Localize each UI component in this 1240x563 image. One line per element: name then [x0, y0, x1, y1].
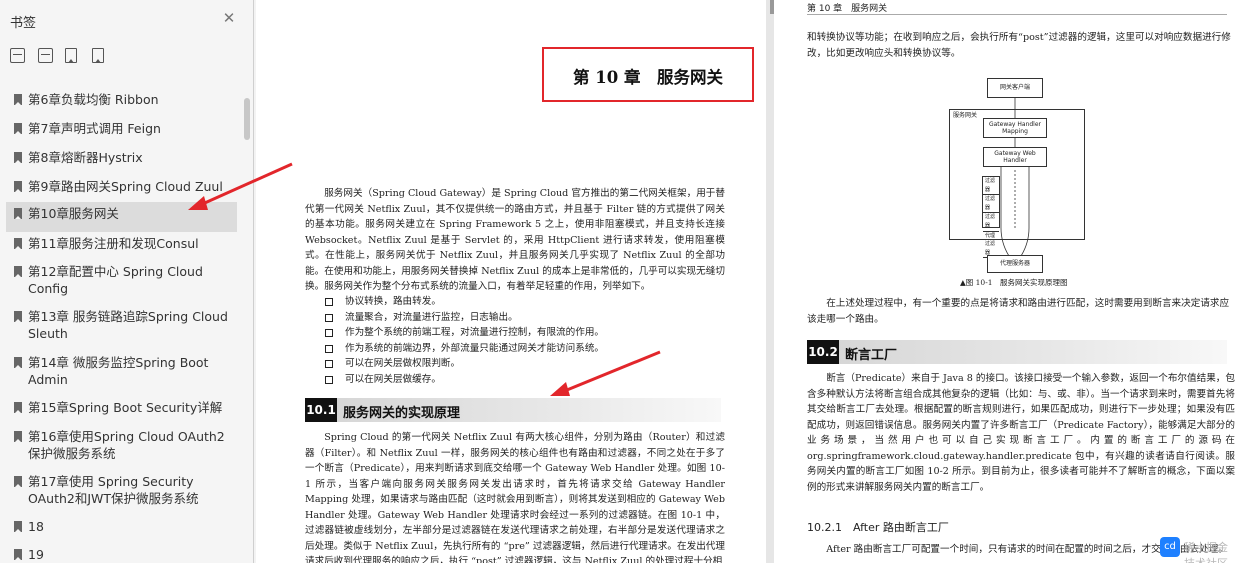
sidebar-bookmark-item[interactable]: 第15章Spring Boot Security详解: [6, 396, 237, 418]
bookmark-icon: [14, 208, 22, 219]
sidebar-bookmark-item[interactable]: 19: [6, 543, 237, 563]
bookmark-icon: [14, 357, 22, 368]
sidebar-header: 书签 ✕: [0, 0, 253, 40]
watermark: cd 稀土掘金技术社区: [1160, 534, 1238, 563]
bookmark-icon: [14, 521, 22, 532]
chapter-title-highlight: 第 10 章 服务网关: [542, 47, 754, 102]
bookmark-icon: [14, 402, 22, 413]
bookmark-icon: [14, 311, 22, 322]
watermark-text: 稀土掘金技术社区: [1184, 541, 1228, 563]
sidebar-bookmark-item[interactable]: 第6章负载均衡 Ribbon: [6, 88, 237, 110]
juejin-logo-icon: cd: [1160, 537, 1180, 557]
section-paragraph: Spring Cloud 的第一代网关 Netflix Zuul 有两大核心组件…: [305, 432, 725, 563]
diagram-connectors: [1000, 98, 1030, 257]
bookmark-icon: [14, 152, 22, 163]
paragraph: 在上述处理过程中，有一个重要的点是将请求和路由进行匹配，这时需要用到断言来决定请…: [807, 298, 1230, 325]
list-item: 作为整个系统的前端工程，对流量进行控制，有限流的作用。: [324, 325, 724, 341]
bookmark-label: 18: [28, 519, 44, 534]
sidebar-bookmark-item[interactable]: 第17章使用 Spring Security OAuth2和JWT保护微服务系统: [6, 470, 237, 510]
sidebar-bookmark-item[interactable]: 第14章 微服务监控Spring Boot Admin: [6, 351, 237, 391]
pdf-reader-window: 书签 ✕ 第6章负载均衡 Ribbon 第7章声明式调用 Feign 第8章熔断器H…: [0, 0, 1240, 563]
bookmark-icon: [14, 181, 22, 192]
bookmark-label: 第6章负载均衡 Ribbon: [28, 92, 159, 107]
bookmark-label: 第15章Spring Boot Security详解: [28, 400, 223, 415]
intro-paragraph-2: 服务网关作为整个分布式系统的流量入口，有着举足轻重的作用，列举如下。: [324, 281, 651, 292]
bookmark-label: 第16章使用Spring Cloud OAuth2保护微服务系统: [28, 429, 225, 461]
section-title: 断言工厂: [845, 348, 898, 363]
bookmarks-sidebar: 书签 ✕ 第6章负载均衡 Ribbon 第7章声明式调用 Feign 第8章熔断器H…: [0, 0, 254, 563]
bookmark-icon: [14, 266, 22, 277]
paragraph: 断言（Predicate）来自于 Java 8 的接口。该接口接受一个输入参数，…: [807, 373, 1235, 493]
section-number: 10.1: [305, 398, 337, 422]
bookmark-icon: [14, 549, 22, 560]
sidebar-bookmark-item[interactable]: 第11章服务注册和发现Consul: [6, 232, 237, 254]
bookmark-label: 第11章服务注册和发现Consul: [28, 236, 199, 251]
bookmark-label: 第12章配置中心 Spring Cloud Config: [28, 264, 203, 296]
section-title: 服务网关的实现原理: [343, 406, 461, 421]
bookmark-icon: [14, 476, 22, 487]
bookmark-label: 第17章使用 Spring Security OAuth2和JWT保护微服务系统: [28, 474, 199, 506]
list-item: 流量聚合，对流量进行监控，日志输出。: [324, 310, 724, 326]
close-icon[interactable]: ✕: [221, 10, 237, 26]
bookmark-icon[interactable]: [92, 48, 104, 63]
diagram-proxied-service-box: 代理服务器: [987, 255, 1043, 273]
bookmark-icon: [14, 94, 22, 105]
figure-caption: ▲图 10-1 服务网关实现原理图: [960, 278, 1068, 287]
sidebar-bookmark-item[interactable]: 第16章使用Spring Cloud OAuth2保护微服务系统: [6, 425, 237, 465]
annotation-arrow-sidebar: [188, 162, 293, 210]
sidebar-bookmark-item[interactable]: 第12章配置中心 Spring Cloud Config: [6, 260, 237, 300]
annotation-arrow-section: [550, 350, 661, 396]
expand-all-icon[interactable]: [10, 48, 25, 63]
sidebar-bookmark-item[interactable]: 18: [6, 515, 237, 537]
header-rule: [807, 14, 1227, 15]
add-bookmark-icon[interactable]: [65, 48, 77, 63]
subsection-heading: 10.2.1 After 路由断言工厂: [807, 521, 949, 534]
sidebar-bookmark-item[interactable]: 第7章声明式调用 Feign: [6, 117, 237, 139]
page-gutter: [766, 0, 774, 563]
sidebar-scrollbar[interactable]: [244, 98, 250, 140]
sidebar-title: 书签: [10, 16, 37, 31]
pdf-page-left: 第 10 章 服务网关 服务网关（Spring Cloud Gateway）是 …: [256, 0, 766, 563]
collapse-all-icon[interactable]: [38, 48, 53, 63]
paragraph: 和转换协议等功能；在收到响应之后，会执行所有“post”过滤器的逻辑，这里可以对…: [807, 32, 1231, 59]
list-item: 协议转换，路由转发。: [324, 294, 724, 310]
bookmark-label: 第7章声明式调用 Feign: [28, 121, 161, 136]
sidebar-toolbar: [0, 40, 253, 74]
bookmark-icon: [14, 238, 22, 249]
bookmark-label: 第14章 微服务监控Spring Boot Admin: [28, 355, 209, 387]
bookmark-label: 19: [28, 547, 44, 562]
bookmark-label: 第13章 服务链路追踪Spring Cloud Sleuth: [28, 309, 228, 341]
section-number: 10.2: [807, 340, 839, 364]
sidebar-bookmark-item[interactable]: 第13章 服务链路追踪Spring Cloud Sleuth: [6, 305, 237, 345]
bookmark-icon: [14, 123, 22, 134]
pdf-page-right: 第 10 章 服务网关 和转换协议等功能；在收到响应之后，会执行所有“post”…: [774, 0, 1240, 563]
gateway-diagram: 网关客户端 服务网关 Gateway Handler Mapping Gatew…: [949, 78, 1109, 273]
running-head: 第 10 章 服务网关: [807, 4, 888, 14]
chapter-title: 第 10 章 服务网关: [573, 68, 723, 87]
bookmark-icon: [14, 431, 22, 442]
section-heading: 10.2 断言工厂: [807, 340, 1227, 364]
